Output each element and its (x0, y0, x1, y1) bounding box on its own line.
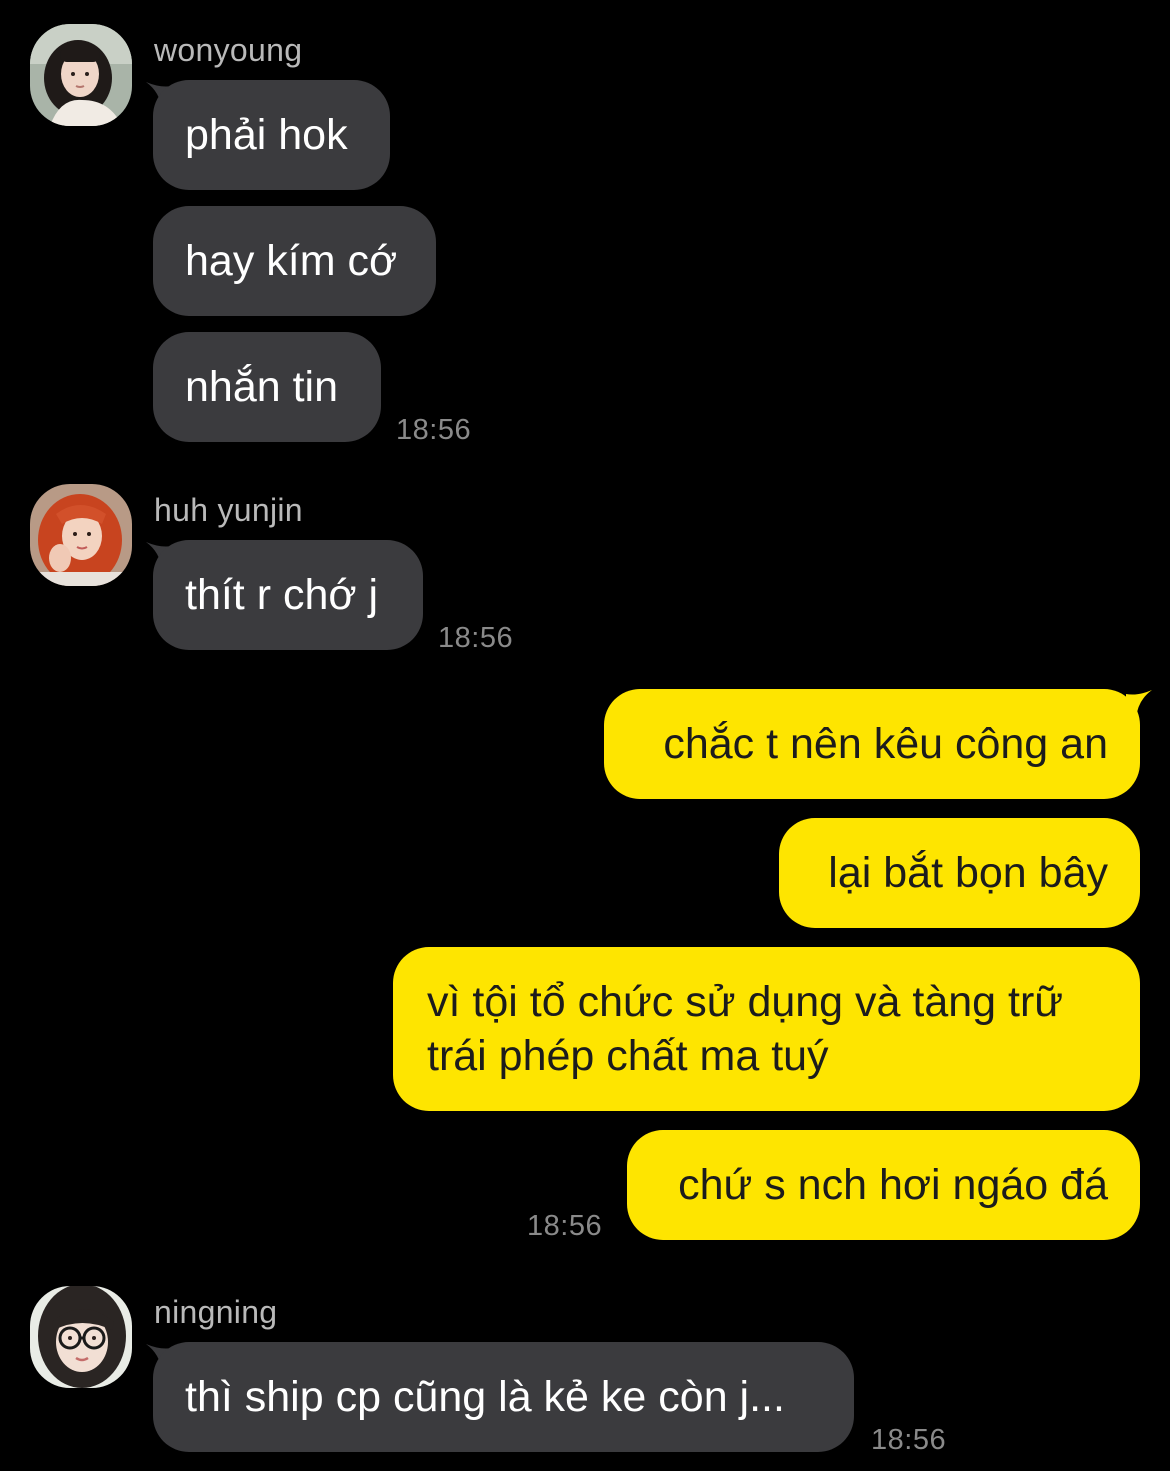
message-timestamp: 18:56 (438, 622, 514, 654)
message-bubble[interactable]: hay kím cớ (153, 206, 436, 316)
message-bubble[interactable]: phải hok (153, 80, 390, 190)
sender-name: wonyoung (154, 32, 303, 68)
message-timestamp: 18:56 (871, 1424, 947, 1456)
message-bubble[interactable]: vì tội tổ chức sử dụng và tàng trữ trái … (393, 947, 1140, 1111)
avatar-ningning-icon[interactable] (30, 1286, 132, 1388)
message-bubble[interactable]: thít r chớ j (153, 540, 423, 650)
message-bubble[interactable]: nhắn tin (153, 332, 381, 442)
message-bubble[interactable]: chắc t nên kêu công an (604, 689, 1140, 799)
message-timestamp: 18:56 (396, 414, 472, 446)
message-timestamp: 18:56 (527, 1210, 603, 1242)
avatar-huh-yunjin-icon[interactable] (30, 484, 132, 586)
sender-name: huh yunjin (154, 492, 303, 528)
sender-name: ningning (154, 1294, 278, 1330)
avatar-wonyoung-icon[interactable] (30, 24, 132, 126)
message-bubble[interactable]: lại bắt bọn bây (779, 818, 1140, 928)
message-bubble[interactable]: thì ship cp cũng là kẻ ke còn j... (153, 1342, 854, 1452)
message-bubble[interactable]: chứ s nch hơi ngáo đá (627, 1130, 1140, 1240)
